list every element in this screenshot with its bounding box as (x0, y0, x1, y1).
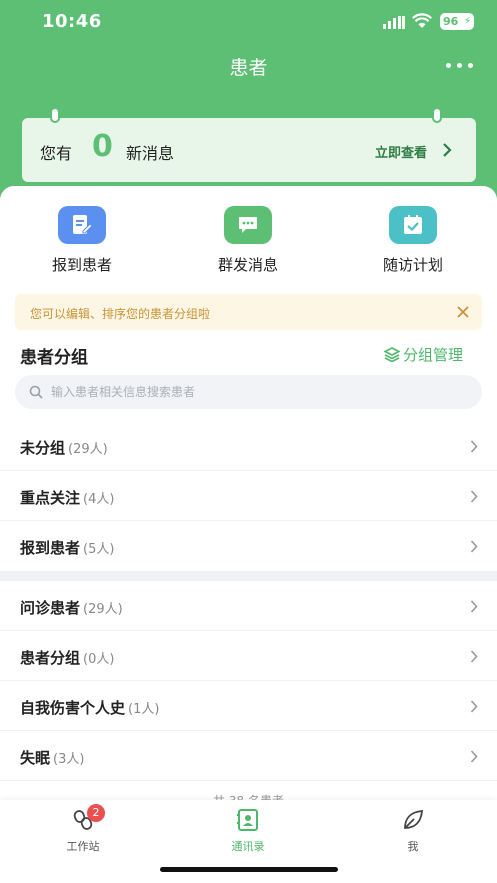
group-count: (1人) (128, 702, 160, 717)
quick-action-checkin[interactable]: 报到患者 (22, 206, 142, 275)
quick-action-label: 报到患者 (51, 256, 112, 274)
tab-me[interactable]: 我 (363, 808, 463, 854)
chevron-right-icon (470, 440, 478, 453)
group-section-title: 患者分组 (20, 348, 88, 368)
tab-label: 工作站 (66, 840, 100, 853)
group-name: 自我伤害个人史 (1人) (20, 697, 159, 718)
tip-text: 您可以编辑、排序您的患者分组啦 (30, 307, 211, 321)
message-suffix: 新消息 (126, 144, 175, 163)
notification-badge: 2 (87, 804, 105, 822)
group-name: 未分组 (29人) (20, 437, 108, 458)
quick-action-followup[interactable]: 随访计划 (353, 206, 473, 275)
group-count: (29人) (83, 602, 123, 617)
chevron-right-icon (470, 490, 478, 503)
home-indicator (160, 867, 338, 872)
chat-bubble-icon (224, 206, 272, 244)
tip-banner: 您可以编辑、排序您的患者分组啦 (15, 294, 482, 330)
group-count: (29人) (68, 442, 108, 457)
group-row[interactable]: 失眠 (3人) (0, 731, 497, 781)
group-name: 重点关注 (4人) (20, 487, 114, 508)
quick-action-label: 群发消息 (217, 256, 278, 274)
group-row[interactable]: 未分组 (29人) (0, 421, 497, 471)
chevron-right-icon (470, 540, 478, 553)
card-pin-left (50, 107, 60, 123)
charging-bolt-icon: ⚡ (463, 16, 471, 27)
status-time: 10:46 (42, 11, 102, 32)
group-list-secondary: 问诊患者 (29人) 患者分组 (0人) 自我伤害个人史 (1人) 失眠 (3人) (0, 581, 497, 781)
group-count: (5人) (83, 542, 115, 557)
tab-contacts[interactable]: 通讯录 (198, 808, 298, 854)
view-messages-link[interactable]: 立即查看 (375, 142, 427, 161)
status-bar: 10:46 96 ⚡ (0, 0, 497, 44)
quick-action-broadcast[interactable]: 群发消息 (188, 206, 308, 275)
battery-indicator: 96 ⚡ (440, 13, 474, 30)
group-name-text: 患者分组 (20, 649, 81, 667)
message-count: 0 (92, 129, 113, 164)
group-name-text: 重点关注 (20, 489, 81, 507)
tab-label: 通讯录 (231, 840, 265, 853)
chevron-right-icon (470, 700, 478, 713)
group-row[interactable]: 问诊患者 (29人) (0, 581, 497, 631)
group-name-text: 未分组 (20, 439, 66, 457)
group-row[interactable]: 重点关注 (4人) (0, 471, 497, 521)
chevron-right-icon (470, 750, 478, 763)
more-options-icon[interactable] (446, 58, 474, 72)
new-message-card[interactable]: 您有 0 新消息 立即查看 (22, 107, 476, 182)
group-row[interactable]: 自我伤害个人史 (1人) (0, 681, 497, 731)
group-manage-label: 分组管理 (403, 346, 464, 364)
leaf-icon (404, 810, 423, 829)
page-title: 患者 (229, 57, 268, 79)
cellular-signal-icon (383, 16, 405, 29)
chevron-right-icon (443, 143, 452, 157)
group-count: (3人) (53, 752, 85, 767)
layers-icon (383, 347, 401, 363)
group-row[interactable]: 报到患者 (5人) (0, 521, 497, 571)
group-name: 报到患者 (5人) (20, 537, 114, 558)
message-prefix: 您有 (40, 144, 73, 163)
battery-level: 96 (443, 15, 459, 28)
calendar-check-icon (389, 206, 437, 244)
group-name-text: 报到患者 (20, 539, 81, 557)
close-icon[interactable] (456, 305, 470, 319)
group-name-text: 问诊患者 (20, 599, 81, 617)
group-row[interactable]: 患者分组 (0人) (0, 631, 497, 681)
search-icon (29, 385, 43, 399)
quick-action-label: 随访计划 (382, 256, 443, 274)
patient-search-bar[interactable] (15, 375, 482, 409)
group-name: 失眠 (3人) (20, 747, 84, 768)
wifi-icon (412, 13, 432, 28)
group-name-text: 失眠 (20, 749, 51, 767)
content-sheet: 报到患者 群发消息 随访计划 您可以编辑、排序您的患者分组啦 患者分组 分组管理… (0, 186, 497, 883)
group-name-text: 自我伤害个人史 (20, 699, 126, 717)
group-name: 患者分组 (0人) (20, 647, 114, 668)
contacts-icon (237, 809, 258, 831)
group-name: 问诊患者 (29人) (20, 597, 123, 618)
group-manage-button[interactable]: 分组管理 (383, 344, 464, 365)
edit-note-icon (58, 206, 106, 244)
section-divider (0, 571, 497, 581)
tab-label: 我 (407, 840, 419, 853)
tab-workstation[interactable]: 2 工作站 (33, 804, 133, 854)
group-count: (4人) (83, 492, 115, 507)
chevron-right-icon (470, 600, 478, 613)
card-pin-right (432, 107, 442, 123)
chevron-right-icon (470, 650, 478, 663)
group-count: (0人) (83, 652, 115, 667)
search-input[interactable] (51, 375, 471, 409)
group-list-primary: 未分组 (29人) 重点关注 (4人) 报到患者 (5人) (0, 421, 497, 571)
